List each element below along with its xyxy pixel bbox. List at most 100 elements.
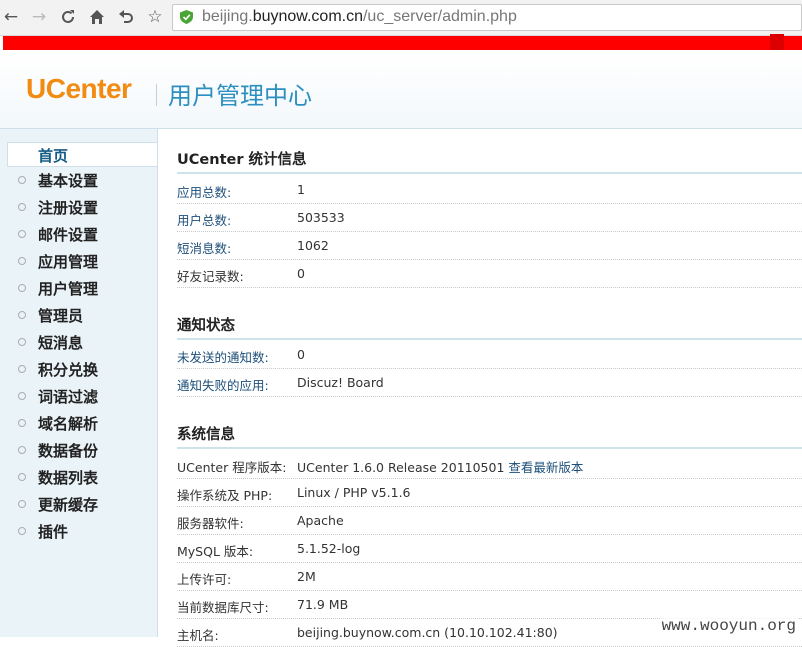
sidebar-item-messages[interactable]: 短消息 [0, 330, 157, 356]
table-row: 通知失败的应用: Discuz! Board [177, 369, 802, 397]
sidebar-item-mail-settings[interactable]: 邮件设置 [0, 222, 157, 248]
section-divider [177, 172, 802, 174]
section-divider [177, 447, 802, 449]
sidebar-item-label: 更新缓存 [38, 496, 99, 514]
stat-key: 好友记录数: [177, 269, 244, 284]
sidebar-item-domain-resolve[interactable]: 域名解析 [0, 411, 157, 437]
notify-key[interactable]: 通知失败的应用: [177, 375, 269, 394]
url-text: beijing.buynow.com.cn/uc_server/admin.ph… [202, 8, 517, 25]
sidebar-item-label: 管理员 [38, 307, 84, 325]
sidebar-item-plugins[interactable]: 插件 [0, 519, 157, 545]
browser-toolbar: ← → ☆ beijing.buynow.com.cn/uc_server/ad… [0, 0, 802, 36]
redaction-bar [3, 36, 802, 50]
system-value: UCenter 1.6.0 Release 20110501 查看最新版本 [297, 457, 583, 476]
table-row: 短消息数: 1062 [177, 232, 802, 260]
system-value: 5.1.52-log [297, 541, 361, 556]
sidebar-item-label: 基本设置 [38, 172, 99, 190]
system-key: 当前数据库尺寸: [177, 600, 269, 615]
system-value: beijing.buynow.com.cn (10.10.102.41:80) [297, 625, 558, 640]
sidebar-item-data-backup[interactable]: 数据备份 [0, 438, 157, 464]
system-key: 主机名: [177, 628, 219, 643]
system-key: MySQL 版本: [177, 544, 254, 559]
system-key: UCenter 程序版本: [177, 460, 287, 475]
main-content: UCenter 统计信息 应用总数: 1 用户总数: 503533 短消息数: … [158, 129, 802, 647]
ucenter-logo[interactable]: UCenter [26, 73, 132, 105]
sidebar-item-label: 首页 [38, 147, 69, 165]
stat-value: 503533 [297, 210, 345, 225]
header-divider [156, 84, 157, 106]
sidebar-item-admins[interactable]: 管理员 [0, 303, 157, 329]
sidebar-item-label: 插件 [38, 523, 69, 541]
table-row: 上传许可: 2M [177, 563, 802, 591]
version-text: UCenter 1.6.0 Release 20110501 [297, 460, 505, 475]
watermark-text: www.wooyun.org [659, 617, 798, 635]
sidebar-item-label: 短消息 [38, 334, 84, 352]
back-icon[interactable]: ← [0, 6, 22, 28]
bullet-icon [18, 176, 26, 184]
sidebar-item-home[interactable]: 首页 [7, 142, 157, 167]
sidebar-item-label: 注册设置 [38, 199, 99, 217]
bullet-icon [18, 284, 26, 292]
table-row: 服务器软件: Apache [177, 507, 802, 535]
sidebar-item-label: 积分兑换 [38, 361, 99, 379]
home-icon[interactable] [86, 6, 108, 28]
system-value: Apache [297, 513, 344, 528]
system-value: 71.9 MB [297, 597, 349, 612]
reload-icon[interactable] [57, 6, 79, 28]
sidebar-item-word-filter[interactable]: 词语过滤 [0, 384, 157, 410]
sidebar-item-label: 邮件设置 [38, 226, 99, 244]
bullet-icon [18, 446, 26, 454]
section-title-system: 系统信息 [177, 427, 235, 443]
stat-key[interactable]: 短消息数: [177, 238, 231, 257]
redaction-mark [770, 34, 784, 50]
sidebar-item-credit-exchange[interactable]: 积分兑换 [0, 357, 157, 383]
bullet-icon [18, 365, 26, 373]
bookmark-star-icon[interactable]: ☆ [144, 6, 166, 28]
sidebar-item-label: 词语过滤 [38, 388, 99, 406]
sidebar-item-app-management[interactable]: 应用管理 [0, 249, 157, 275]
forward-icon[interactable]: → [28, 6, 50, 28]
bullet-icon [18, 500, 26, 508]
sidebar-item-label: 应用管理 [38, 253, 99, 271]
sidebar-item-user-management[interactable]: 用户管理 [0, 276, 157, 302]
stat-key[interactable]: 应用总数: [177, 182, 231, 201]
bullet-icon [18, 419, 26, 427]
table-row: MySQL 版本: 5.1.52-log [177, 535, 802, 563]
table-row: 当前数据库尺寸: 71.9 MB [177, 591, 802, 619]
notify-value: 0 [297, 347, 305, 362]
bullet-icon [18, 392, 26, 400]
stat-value: 1062 [297, 238, 329, 253]
undo-icon[interactable] [115, 6, 137, 28]
sidebar-item-update-cache[interactable]: 更新缓存 [0, 492, 157, 518]
table-row: 好友记录数: 0 [177, 260, 802, 288]
bullet-icon [18, 527, 26, 535]
system-key: 服务器软件: [177, 516, 244, 531]
section-title-stats: UCenter 统计信息 [177, 152, 307, 168]
sidebar-item-label: 数据备份 [38, 442, 99, 460]
address-bar[interactable]: beijing.buynow.com.cn/uc_server/admin.ph… [172, 4, 802, 31]
sidebar: 首页 基本设置 注册设置 邮件设置 应用管理 用户管理 管理员 短消息 积分兑换… [0, 129, 158, 637]
stat-value: 0 [297, 266, 305, 281]
stat-value: 1 [297, 182, 305, 197]
check-latest-version-link[interactable]: 查看最新版本 [508, 460, 583, 475]
notify-key[interactable]: 未发送的通知数: [177, 347, 269, 366]
sidebar-item-label: 用户管理 [38, 280, 99, 298]
table-row: 操作系统及 PHP: Linux / PHP v5.1.6 [177, 479, 802, 507]
stat-key[interactable]: 用户总数: [177, 210, 231, 229]
sidebar-item-label: 域名解析 [38, 415, 99, 433]
system-key: 上传许可: [177, 572, 232, 587]
table-row: 应用总数: 1 [177, 176, 802, 204]
sidebar-item-register-settings[interactable]: 注册设置 [0, 195, 157, 221]
table-row: UCenter 程序版本: UCenter 1.6.0 Release 2011… [177, 451, 802, 479]
table-row: 未发送的通知数: 0 [177, 341, 802, 369]
system-value: 2M [297, 569, 316, 584]
bullet-icon [18, 257, 26, 265]
bullet-icon [18, 338, 26, 346]
bullet-icon [18, 311, 26, 319]
shield-icon [180, 10, 193, 24]
system-value: Linux / PHP v5.1.6 [297, 485, 411, 500]
bullet-icon [18, 230, 26, 238]
section-title-notify: 通知状态 [177, 318, 235, 334]
sidebar-item-data-list[interactable]: 数据列表 [0, 465, 157, 491]
sidebar-item-basic-settings[interactable]: 基本设置 [0, 168, 157, 194]
